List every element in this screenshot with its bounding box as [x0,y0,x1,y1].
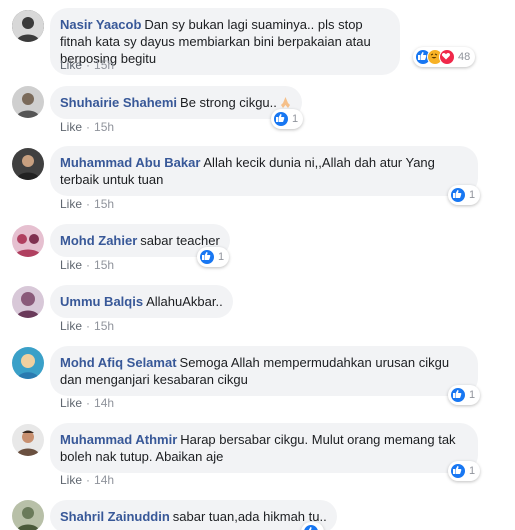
avatar[interactable] [12,225,44,257]
reaction-count: 1 [218,251,225,263]
like-reaction-icon [273,111,289,127]
like-link[interactable]: Like [60,258,82,272]
comment-meta: Like · 15h [60,120,114,134]
love-reaction-icon [439,49,455,65]
timestamp[interactable]: 14h [94,396,114,410]
avatar[interactable] [12,10,44,42]
like-link[interactable]: Like [60,319,82,333]
reaction-count: 1 [292,113,299,125]
reaction-count: 1 [469,389,476,401]
comment-bubble: Ummu Balqis AllahuAkbar.. [50,285,233,318]
comment-meta: Like · 15h [60,319,114,333]
author-name[interactable]: Mohd Zahier [60,233,137,248]
author-name[interactable]: Nasir Yaacob [60,17,141,32]
like-link[interactable]: Like [60,396,82,410]
comment-bubble: Shuhairie Shahemi Be strong cikgu.. [50,86,302,119]
timestamp[interactable]: 15h [94,58,114,72]
author-name[interactable]: Mohd Afiq Selamat [60,355,177,370]
like-reaction-icon [199,249,215,265]
author-name[interactable]: Shahril Zainuddin [60,509,170,524]
comment-text: Be strong cikgu.. [180,95,277,110]
avatar[interactable] [12,500,44,530]
avatar[interactable] [12,86,44,118]
separator-dot: · [86,120,91,134]
comment-text: sabar teacher [140,233,220,248]
avatar[interactable] [12,347,44,379]
author-name[interactable]: Ummu Balqis [60,294,143,309]
comment-meta: Like · 14h [60,396,114,410]
reaction-summary[interactable]: 1 [448,385,481,405]
like-link[interactable]: Like [60,473,82,487]
separator-dot: · [86,58,91,72]
reaction-count: 48 [458,51,471,63]
timestamp[interactable]: 14h [94,473,114,487]
reaction-count: 1 [469,189,476,201]
comment-text: AllahuAkbar.. [146,294,223,309]
reaction-summary[interactable]: 1 [448,185,481,205]
comment-bubble: Muhammad Athmir Harap bersabar cikgu. Mul… [50,423,478,473]
comment-meta: Like · 14h [60,473,114,487]
reaction-summary[interactable]: 48 [413,47,476,67]
reaction-summary[interactable]: 1 [448,461,481,481]
like-link[interactable]: Like [60,120,82,134]
avatar[interactable] [12,148,44,180]
timestamp[interactable]: 15h [94,258,114,272]
like-reaction-icon [450,387,466,403]
timestamp[interactable]: 15h [94,197,114,211]
separator-dot: · [86,258,91,272]
reaction-summary[interactable]: 1 [271,109,304,129]
comment-meta: Like · 15h [60,197,114,211]
author-name[interactable]: Muhammad Abu Bakar [60,155,200,170]
like-link[interactable]: Like [60,58,82,72]
author-name[interactable]: Muhammad Athmir [60,432,177,447]
timestamp[interactable]: 15h [94,120,114,134]
like-reaction-icon [303,524,319,530]
timestamp[interactable]: 15h [94,319,114,333]
separator-dot: · [86,396,91,410]
praying-hands-emoji-icon [280,97,290,108]
comment-bubble: Shahril Zainuddin sabar tuan,ada hikmah t… [50,500,337,530]
comment-bubble: Mohd Afiq Selamat Semoga Allah mempermuda… [50,346,478,396]
reaction-summary[interactable]: 1 [197,247,230,267]
avatar[interactable] [12,424,44,456]
avatar[interactable] [12,286,44,318]
comment-meta: Like · 15h [60,258,114,272]
comment-text: sabar tuan,ada hikmah tu.. [172,509,327,524]
like-reaction-icon [450,187,466,203]
reaction-count: 1 [469,465,476,477]
comment-bubble: Muhammad Abu Bakar Allah kecik dunia ni,,… [50,146,478,196]
like-link[interactable]: Like [60,197,82,211]
author-name[interactable]: Shuhairie Shahemi [60,95,177,110]
comment-meta: Like · 15h [60,58,114,72]
separator-dot: · [86,319,91,333]
separator-dot: · [86,473,91,487]
separator-dot: · [86,197,91,211]
like-reaction-icon [450,463,466,479]
